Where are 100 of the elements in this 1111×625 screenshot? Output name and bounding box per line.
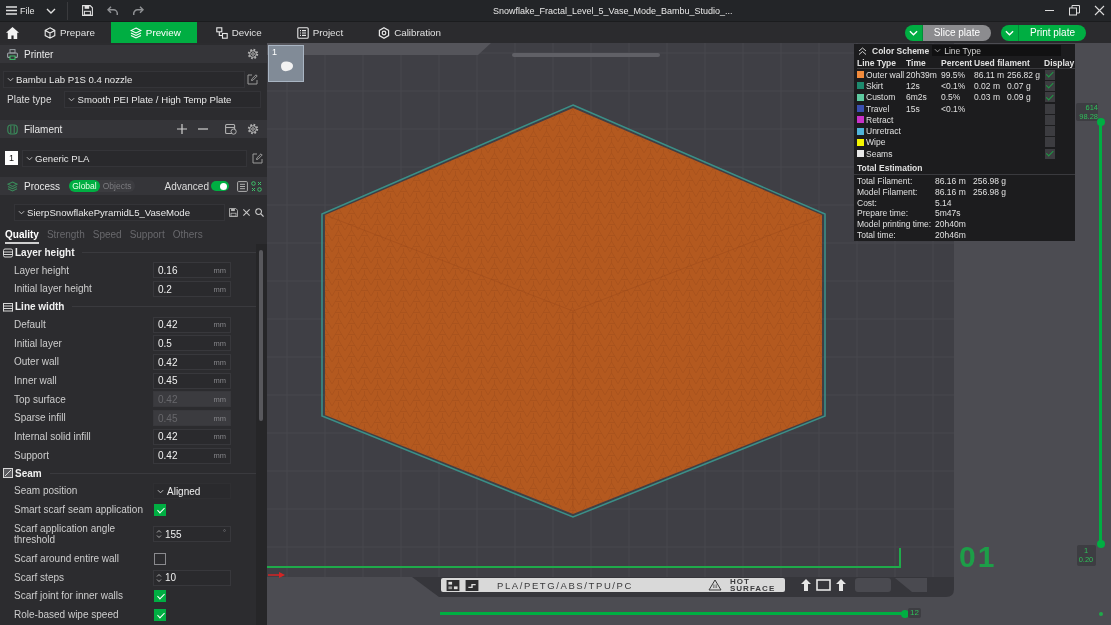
line-type-name: Seams <box>866 148 893 159</box>
collapse-icon[interactable] <box>858 46 867 55</box>
list-icon[interactable] <box>237 180 248 192</box>
display-checkbox[interactable] <box>1045 137 1055 148</box>
display-checkbox[interactable] <box>1045 80 1055 91</box>
restore-icon[interactable] <box>1069 5 1080 16</box>
caret-icon[interactable] <box>45 7 56 14</box>
display-checkbox[interactable] <box>1045 114 1055 125</box>
line-width-icon <box>3 301 13 312</box>
stat-value: 5.14 <box>935 197 953 208</box>
display-checkbox[interactable] <box>1045 92 1055 103</box>
setting-label: Initial layer <box>14 336 63 351</box>
plate-type-dropdown[interactable]: Smooth PEI Plate / High Temp Plate <box>64 90 262 108</box>
add-icon[interactable] <box>177 124 187 134</box>
settings-icon[interactable] <box>247 123 259 135</box>
nav-tab[interactable]: Project <box>277 22 360 43</box>
checkbox[interactable] <box>154 552 166 565</box>
shape-grid-icon[interactable] <box>251 180 262 192</box>
search-icon[interactable] <box>255 207 264 217</box>
display-checkbox[interactable] <box>1045 103 1055 114</box>
stat-label: Total time: <box>857 230 897 241</box>
file-menu[interactable]: File <box>0 3 35 18</box>
caret-icon <box>7 76 14 82</box>
edit-icon[interactable] <box>252 152 263 164</box>
spinner-icon <box>156 529 162 540</box>
nav-tab[interactable]: Prepare <box>25 22 111 43</box>
setting-label: Internal solid infill <box>14 430 92 445</box>
display-checkbox[interactable] <box>1045 69 1055 80</box>
advanced-label: Advanced <box>164 180 209 192</box>
checkbox[interactable] <box>154 590 166 603</box>
window-badge-icon[interactable] <box>225 123 237 135</box>
bed-material-text: PLA/PETG/ABS/TPU/PC <box>497 579 633 591</box>
setting-label: Default <box>14 317 47 332</box>
nav-tab[interactable]: Calibration <box>359 22 457 43</box>
table-cell: 0.02 m <box>974 80 1000 91</box>
process-preset-dropdown[interactable]: SierpSnowflakePyramidL5_VaseMode <box>14 203 225 221</box>
save-icon[interactable] <box>81 5 93 16</box>
settings-tab[interactable]: Quality <box>5 226 39 244</box>
setting-label: Outer wall <box>14 355 60 370</box>
setting-label: Scarf around entire wall <box>14 552 121 567</box>
stat-value: 5m47s <box>935 208 962 219</box>
toggle-switch[interactable] <box>211 181 229 191</box>
table-cell: 12s <box>906 80 920 91</box>
setting-label: Top surface <box>14 392 67 407</box>
scrollbar-thumb[interactable] <box>259 250 263 421</box>
table-cell: <0.1% <box>941 80 966 91</box>
layers-icon <box>129 26 142 39</box>
column-header: Line Type <box>857 57 898 68</box>
group-title: Layer height <box>15 247 75 258</box>
setting-label: Role-based wipe speed <box>14 608 120 623</box>
close-icon[interactable] <box>1094 5 1105 16</box>
group-title: Line width <box>15 301 65 313</box>
column-header: Percent <box>941 57 974 68</box>
setting-label: Seam position <box>14 484 79 499</box>
close-icon[interactable] <box>242 207 251 217</box>
spinner-icon <box>156 572 162 583</box>
model-thumbnail-icon <box>279 60 295 72</box>
line-type-name: Wipe <box>866 137 886 148</box>
display-checkbox[interactable] <box>1045 148 1055 159</box>
spinner-field[interactable]: 10 <box>153 569 231 586</box>
edit-icon[interactable] <box>247 73 258 85</box>
save-icon[interactable] <box>229 207 238 217</box>
checkbox[interactable] <box>154 608 166 621</box>
filament-swatch[interactable]: 1 <box>5 151 18 165</box>
column-header: Display <box>1044 57 1075 68</box>
section-title: Process <box>24 180 61 192</box>
setting-label: Support <box>14 448 51 463</box>
stat-label: Cost: <box>857 197 878 208</box>
nav-tab[interactable]: Device <box>196 22 278 43</box>
caret-icon <box>18 209 25 215</box>
display-checkbox[interactable] <box>1045 126 1055 137</box>
stat-label: Total Filament: <box>857 175 914 186</box>
settings-icon[interactable] <box>247 48 259 60</box>
table-cell: 86.11 m <box>974 69 1005 80</box>
filament-dropdown[interactable]: Generic PLA <box>22 149 247 167</box>
spool-icon <box>7 123 18 135</box>
list-icon <box>296 26 309 39</box>
slider-handle[interactable] <box>1096 540 1105 548</box>
line-type-name: Unretract <box>866 126 901 137</box>
setting-label: Initial layer height <box>14 282 93 297</box>
setting-label: Scarf application angle threshold <box>14 521 117 548</box>
setting-label: Scarf joint for inner walls <box>14 589 124 604</box>
printer-icon <box>7 48 18 60</box>
dropdown-toggle[interactable] <box>904 24 923 41</box>
caret-icon <box>908 29 918 36</box>
table-cell: 0.09 g <box>1007 92 1031 103</box>
redo-icon[interactable] <box>132 6 144 15</box>
slider-handle[interactable] <box>1096 118 1105 126</box>
linked-squares-icon <box>215 26 228 39</box>
field-label: Plate type <box>6 93 52 105</box>
undo-icon[interactable] <box>106 6 118 15</box>
checkbox[interactable] <box>154 503 166 516</box>
hexagon-icon <box>378 26 391 39</box>
printer-dropdown[interactable]: Bambu Lab P1S 0.4 nozzle <box>3 70 245 88</box>
dropdown-toggle[interactable] <box>1000 24 1019 41</box>
home-icon[interactable] <box>6 26 19 39</box>
line-type-name: Outer wall <box>866 69 905 80</box>
color-scheme-dropdown[interactable]: Line Type <box>932 45 1062 56</box>
caret-icon <box>934 48 942 53</box>
panel-title: Color Scheme <box>872 45 930 56</box>
